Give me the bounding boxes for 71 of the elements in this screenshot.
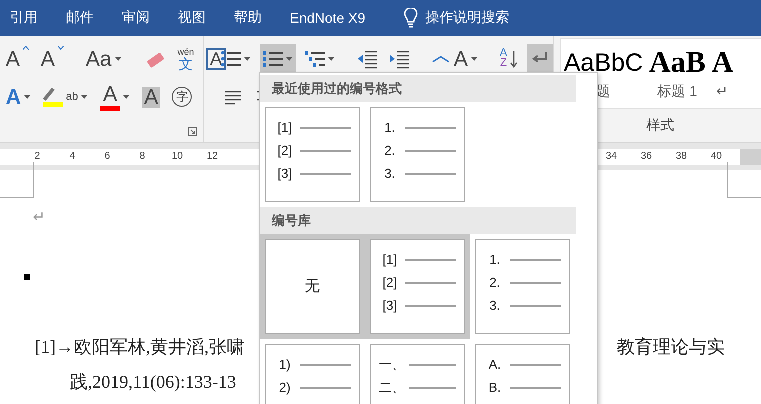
- change-case-button[interactable]: Aa: [83, 44, 125, 74]
- numbering-option[interactable]: A. B.: [475, 344, 570, 404]
- tell-me-search[interactable]: 操作说明搜索: [426, 9, 510, 27]
- numbering-option[interactable]: 1. 2. 3.: [370, 107, 465, 202]
- numbering-option[interactable]: 一、 二、: [370, 344, 465, 404]
- style-preview: A: [712, 45, 734, 81]
- dropdown-caret-icon: [244, 57, 251, 61]
- up-caret-icon: [23, 46, 30, 50]
- reference-text: [1]→欧阳军林,黄井滔,张啸: [35, 336, 245, 359]
- dropdown-caret-icon: [123, 95, 130, 99]
- show-marks-button[interactable]: [527, 44, 554, 74]
- style-item[interactable]: AaB 标题 1: [646, 39, 709, 108]
- dropdown-caret-icon: [328, 57, 335, 61]
- ruler-number: 6: [104, 151, 112, 162]
- menu-tab[interactable]: EndNote X9: [290, 10, 366, 26]
- shrink-font-button[interactable]: A: [38, 44, 68, 74]
- ruler-number: 40: [710, 151, 724, 162]
- menu-tab[interactable]: 邮件: [66, 9, 94, 27]
- down-arrow-icon: [510, 49, 518, 69]
- marker-pen-icon: [43, 88, 56, 100]
- reference-text: 践,2019,11(06):133-13: [70, 372, 236, 392]
- ruler-number: 12: [206, 151, 220, 162]
- margin-corner-mark: [0, 162, 34, 198]
- ruler-number: 4: [68, 151, 76, 162]
- style-name: 题: [596, 83, 611, 101]
- numbering-option[interactable]: 1) 2): [265, 344, 360, 404]
- dropdown-caret-icon: [24, 95, 32, 99]
- menu-tab[interactable]: 审阅: [122, 9, 150, 27]
- bulleted-list-icon: [221, 49, 241, 69]
- ruler-number: 36: [640, 151, 654, 162]
- dropdown-caret-icon: [286, 57, 293, 61]
- bullet-mark: [24, 274, 30, 280]
- style-item[interactable]: A ↵: [708, 39, 737, 108]
- ruler-number: 38: [674, 151, 688, 162]
- menu-tab[interactable]: 视图: [178, 9, 206, 27]
- menu-tab[interactable]: 帮助: [234, 9, 262, 27]
- style-name: ↵: [716, 83, 729, 99]
- ruler-margin: [740, 148, 761, 164]
- dialog-launcher-icon[interactable]: [188, 127, 197, 136]
- ruler-number: 10: [170, 151, 184, 162]
- down-caret-icon: [58, 46, 64, 50]
- text-effect-button[interactable]: A: [3, 82, 34, 112]
- outdent-icon: [357, 49, 377, 69]
- numbering-button[interactable]: [260, 44, 296, 74]
- ruler-number: 8: [138, 151, 146, 162]
- dropdown-caret-icon: [81, 95, 88, 99]
- multilevel-list-icon: [305, 49, 325, 69]
- paragraph-mark: ↵: [33, 208, 46, 226]
- numbered-list-icon: [263, 49, 283, 69]
- asian-layout-button[interactable]: A: [428, 44, 482, 74]
- phonetic-guide-button[interactable]: wén 文: [174, 44, 198, 74]
- section-heading: 最近使用过的编号格式: [260, 75, 576, 102]
- dropdown-caret-icon: [114, 57, 122, 61]
- highlight-button[interactable]: ab: [40, 82, 92, 112]
- sort-button[interactable]: A Z: [497, 44, 522, 74]
- grow-font-button[interactable]: A: [3, 44, 32, 74]
- menu-tab[interactable]: 引用: [10, 9, 38, 27]
- reference-text: 教育理论与实: [617, 336, 725, 359]
- style-preview: AaB: [649, 45, 706, 81]
- font-color-button[interactable]: A: [97, 82, 134, 112]
- numbering-option[interactable]: 1. 2. 3.: [475, 239, 570, 334]
- margin-corner-mark: [727, 162, 761, 198]
- section-heading: 编号库: [260, 207, 576, 234]
- dropdown-caret-icon: [471, 57, 478, 61]
- style-name: 标题 1: [658, 83, 698, 101]
- ruler-number: 34: [604, 151, 618, 162]
- numbering-option[interactable]: [1] [2] [3]: [265, 107, 360, 202]
- lightbulb-icon: [404, 8, 418, 28]
- group-label: 样式: [646, 116, 674, 135]
- indent-icon: [389, 49, 409, 69]
- ruler-number: 2: [34, 151, 42, 162]
